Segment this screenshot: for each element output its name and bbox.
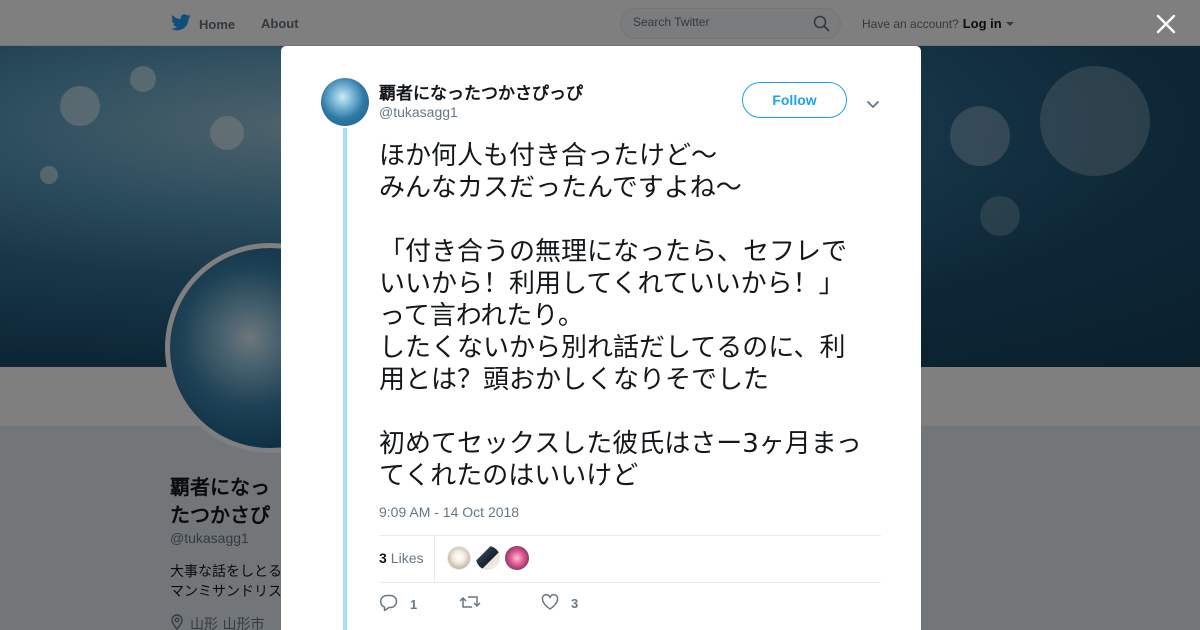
liker-avatar[interactable] — [505, 546, 529, 570]
tweet-modal: 覇者になったつかさぴっぴ @tukasagg1 Follow ほか何人も付き合っ… — [281, 46, 921, 630]
like-button[interactable]: 3 — [541, 593, 579, 613]
stats-divider — [434, 536, 435, 582]
follow-button[interactable]: Follow — [742, 82, 847, 118]
tweet-actions: 1 3 — [379, 593, 679, 618]
chevron-down-icon[interactable] — [866, 95, 880, 114]
likes-count: 3 — [379, 550, 387, 566]
retweet-button[interactable] — [459, 594, 493, 613]
liker-avatar[interactable] — [447, 546, 471, 570]
author-handle[interactable]: @tukasagg1 — [379, 104, 458, 120]
reply-icon — [379, 594, 398, 614]
likes-stat[interactable]: 3 Likes — [379, 550, 423, 566]
close-icon[interactable] — [1154, 12, 1178, 36]
reply-count: 1 — [410, 596, 418, 612]
like-count: 3 — [571, 596, 579, 611]
reply-button[interactable]: 1 — [379, 594, 417, 614]
likes-label: Likes — [390, 550, 424, 566]
tweet-stats: 3 Likes — [379, 535, 881, 583]
liker-avatar[interactable] — [476, 546, 500, 570]
author-avatar[interactable] — [321, 78, 369, 126]
thread-line — [343, 128, 347, 630]
author-name[interactable]: 覇者になったつかさぴっぴ — [379, 79, 583, 104]
tweet-text: ほか何人も付き合ったけど～ みんなカスだったんですよね～ 「付き合うの無理になっ… — [379, 141, 862, 491]
tweet-timestamp[interactable]: 9:09 AM - 14 Oct 2018 — [379, 504, 519, 520]
retweet-icon — [459, 594, 481, 613]
heart-icon — [541, 593, 559, 613]
